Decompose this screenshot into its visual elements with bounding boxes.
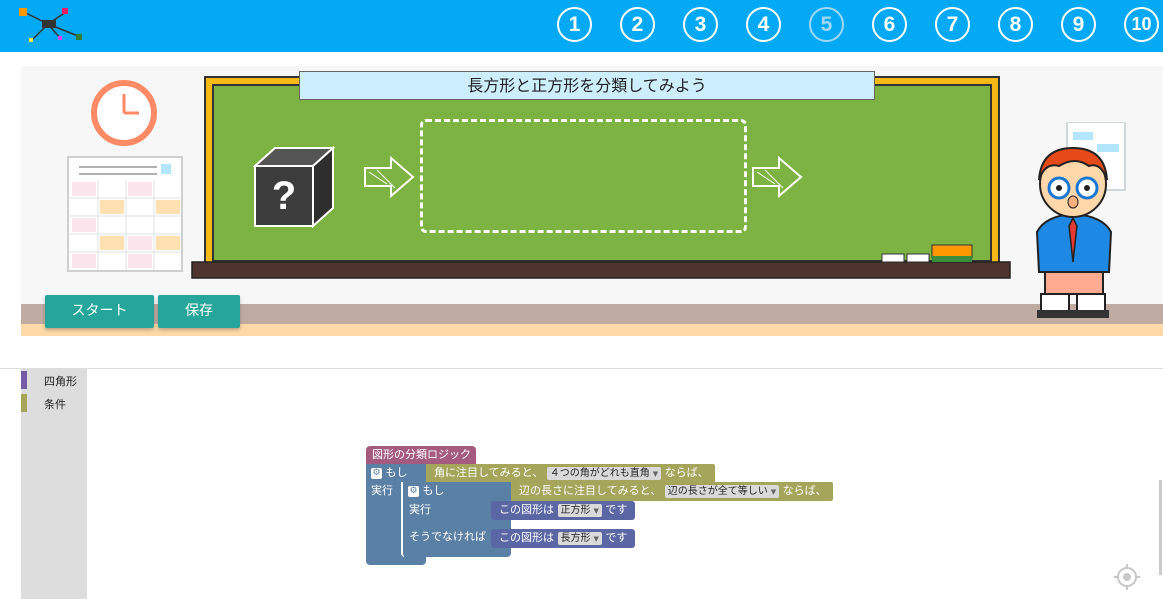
procedure-block[interactable]: 図形の分類ロジック — [366, 446, 476, 464]
dropdown-arrow-icon: ▼ — [770, 487, 777, 496]
dropdown-arrow-icon: ▼ — [652, 469, 659, 478]
step-2-button[interactable]: 2 — [620, 7, 655, 42]
dropdown-value: 長方形 — [560, 532, 591, 544]
step-7-button[interactable]: 7 — [935, 7, 970, 42]
result-rectangle-block[interactable]: この図形は 長方形 ▼ です — [491, 529, 636, 548]
step-8-button[interactable]: 8 — [998, 7, 1033, 42]
corners-dropdown[interactable]: ４つの角がどれも直角 ▼ — [546, 466, 662, 480]
inner-if-row: ⚙ もし — [408, 483, 445, 499]
result-prefix: この図形は — [499, 531, 554, 544]
calendar-icon — [67, 156, 183, 272]
condition-text: 辺の長さに注目してみると、 — [519, 484, 662, 497]
board-title: 長方形と正方形を分類してみよう — [299, 71, 875, 100]
chalk-arrow-icon — [752, 156, 803, 198]
procedure-name: 図形の分類ロジック — [372, 448, 471, 461]
outer-do-label: 実行 — [371, 484, 393, 497]
teacher-character — [1035, 122, 1126, 318]
step-5-button[interactable]: 5 — [809, 7, 844, 42]
result-suffix: です — [605, 503, 628, 516]
result-prefix: この図形は — [499, 503, 554, 516]
workspace-scrollbar[interactable] — [1159, 480, 1162, 575]
step-10-button[interactable]: 10 — [1124, 7, 1159, 42]
result-square-block[interactable]: この図形は 正方形 ▼ です — [491, 501, 636, 520]
condition-suffix: ならば、 — [664, 466, 709, 479]
gear-icon[interactable]: ⚙ — [371, 467, 382, 479]
block-toolbox: 四角形 条件 — [21, 369, 87, 599]
shape-dropdown[interactable]: 正方形 ▼ — [557, 503, 602, 517]
if-label: もし — [385, 466, 408, 479]
condition-corners-block[interactable]: 角に注目してみると、 ４つの角がどれも直角 ▼ ならば、 — [426, 464, 715, 483]
step-4-button[interactable]: 4 — [746, 7, 781, 42]
app-logo[interactable] — [18, 6, 84, 46]
category-color-swatch — [21, 371, 27, 389]
condition-sides-block[interactable]: 辺の長さに注目してみると、 辺の長さが全て等しい ▼ ならば、 — [511, 482, 833, 501]
dropdown-value: 辺の長さが全て等しい — [667, 485, 768, 497]
inner-do-label: 実行 — [409, 503, 431, 516]
dropdown-arrow-icon: ▼ — [593, 534, 599, 543]
step-6-button[interactable]: 6 — [872, 7, 907, 42]
if-label: もし — [422, 484, 445, 497]
inner-else-label: そうでなければ — [409, 530, 486, 543]
sides-dropdown[interactable]: 辺の長さが全て等しい ▼ — [664, 484, 780, 498]
chalk-arrow-icon — [364, 156, 415, 198]
toolbox-category-condition[interactable]: 条件 — [21, 393, 87, 413]
step-3-button[interactable]: 3 — [683, 7, 718, 42]
dropdown-arrow-icon: ▼ — [593, 506, 599, 515]
mystery-box-icon: ? — [253, 146, 335, 228]
save-button[interactable]: 保存 — [158, 295, 240, 328]
start-button[interactable]: スタート — [45, 295, 154, 328]
classroom-stage: 長方形と正方形を分類してみよう ? スタート 保存 — [21, 66, 1163, 336]
category-color-swatch — [21, 394, 27, 412]
recenter-icon[interactable] — [1113, 563, 1141, 591]
answer-box — [420, 119, 747, 233]
step-1-button[interactable]: 1 — [557, 7, 592, 42]
condition-text: 角に注目してみると、 — [434, 466, 544, 479]
mystery-glyph: ? — [272, 174, 296, 218]
outer-if-row: ⚙ もし — [371, 465, 408, 481]
category-label: 四角形 — [44, 375, 77, 388]
gear-icon[interactable]: ⚙ — [408, 485, 419, 497]
dropdown-value: ４つの角がどれも直角 — [549, 467, 650, 479]
toolbox-category-quadrilateral[interactable]: 四角形 — [21, 370, 87, 390]
dropdown-value: 正方形 — [560, 504, 591, 516]
condition-suffix: ならば、 — [782, 484, 827, 497]
step-9-button[interactable]: 9 — [1061, 7, 1096, 42]
result-suffix: です — [605, 531, 628, 544]
category-label: 条件 — [44, 398, 66, 411]
clock-icon — [91, 80, 157, 146]
shape-dropdown[interactable]: 長方形 ▼ — [557, 531, 602, 545]
top-bar: 1 2 3 4 5 6 7 8 9 10 — [0, 0, 1163, 52]
